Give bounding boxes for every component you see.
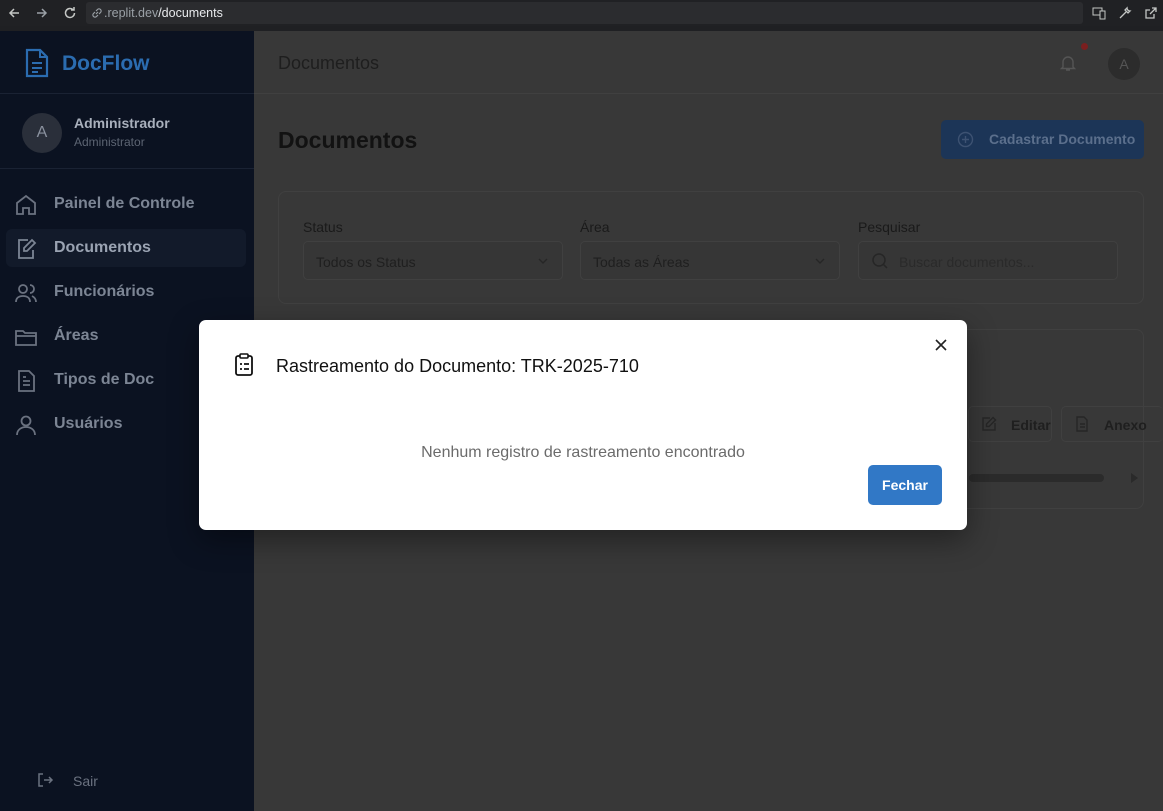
logout-button[interactable]: Sair <box>36 771 98 789</box>
area-select[interactable]: Todas as Áreas <box>580 241 840 280</box>
sidebar-item-label: Usuários <box>54 415 123 432</box>
sidebar-item-label: Tipos de Doc <box>54 371 155 388</box>
url-host: .replit.dev <box>104 6 159 20</box>
status-select[interactable]: Todos os Status <box>303 241 563 280</box>
horizontal-scrollbar[interactable] <box>969 474 1104 482</box>
brand-name: DocFlow <box>62 52 150 75</box>
status-label: Status <box>303 219 343 235</box>
status-value: Todos os Status <box>316 254 416 270</box>
clipboard-list-icon <box>233 353 255 377</box>
search-label: Pesquisar <box>858 219 921 235</box>
edit-label: Editar <box>1011 417 1051 433</box>
add-document-button[interactable]: Cadastrar Documento <box>941 120 1144 159</box>
document-logo-icon <box>24 48 50 78</box>
address-bar[interactable]: .replit.dev/documents <box>86 2 1083 24</box>
browser-toolbar: .replit.dev/documents <box>0 0 1163 26</box>
brand[interactable]: DocFlow <box>0 31 254 94</box>
user-icon <box>14 413 38 437</box>
plus-circle-icon <box>957 131 974 148</box>
empty-state-message: Nenhum registro de rastreamento encontra… <box>421 444 745 461</box>
search-icon <box>871 252 889 270</box>
open-external-icon[interactable] <box>1144 6 1158 20</box>
filters-card: Status Todos os Status Área Todas as Áre… <box>278 191 1144 304</box>
wrench-icon[interactable] <box>1118 6 1132 20</box>
sidebar-item-documentos[interactable]: Documentos <box>6 229 246 267</box>
devices-icon[interactable] <box>1092 6 1106 20</box>
search-placeholder: Buscar documentos... <box>899 254 1035 270</box>
url-path: /documents <box>158 6 223 20</box>
chevron-down-icon <box>813 254 827 268</box>
scroll-right-icon[interactable] <box>1131 473 1138 483</box>
attachment-label: Anexo <box>1104 417 1147 433</box>
avatar[interactable]: A <box>22 113 62 153</box>
sidebar-item-label: Documentos <box>54 239 151 256</box>
user-role: Administrator <box>74 135 145 149</box>
tracking-modal: Rastreamento do Documento: TRK-2025-710 … <box>199 320 967 530</box>
logout-icon <box>36 771 54 789</box>
edit-button[interactable]: Editar <box>968 406 1052 442</box>
avatar[interactable]: A <box>1108 48 1140 80</box>
close-icon[interactable] <box>933 337 949 353</box>
user-panel: A Administrador Administrator <box>0 95 254 169</box>
link-icon <box>92 8 102 18</box>
modal-title: Rastreamento do Documento: TRK-2025-710 <box>276 356 639 376</box>
file-text-icon <box>14 369 38 393</box>
forward-arrow-icon[interactable] <box>35 6 49 20</box>
notification-badge <box>1081 43 1088 50</box>
area-label: Área <box>580 219 610 235</box>
back-arrow-icon[interactable] <box>7 6 21 20</box>
sidebar-item-funcionarios[interactable]: Funcionários <box>6 273 246 311</box>
sidebar-item-label: Painel de Controle <box>54 195 195 212</box>
add-document-label: Cadastrar Documento <box>989 131 1136 147</box>
topbar: Documentos A <box>254 31 1163 94</box>
attachment-button[interactable]: Anexo <box>1061 406 1163 442</box>
sidebar-item-label: Funcionários <box>54 283 155 300</box>
bell-icon[interactable] <box>1059 54 1077 72</box>
home-icon <box>14 193 38 217</box>
search-input[interactable]: Buscar documentos... <box>858 241 1118 280</box>
logout-label: Sair <box>73 773 98 789</box>
close-button[interactable]: Fechar <box>868 465 942 505</box>
area-value: Todas as Áreas <box>593 254 690 270</box>
user-name: Administrador <box>74 115 170 131</box>
page-title: Documentos <box>278 127 418 153</box>
topbar-title: Documentos <box>278 53 380 73</box>
document-edit-icon <box>14 237 38 261</box>
sidebar-item-label: Áreas <box>54 327 99 344</box>
reload-icon[interactable] <box>63 6 77 20</box>
users-icon <box>14 281 38 305</box>
folder-icon <box>14 325 38 349</box>
file-icon <box>1074 416 1090 432</box>
edit-icon <box>981 416 997 432</box>
sidebar-item-painel[interactable]: Painel de Controle <box>6 185 246 223</box>
chevron-down-icon <box>536 254 550 268</box>
